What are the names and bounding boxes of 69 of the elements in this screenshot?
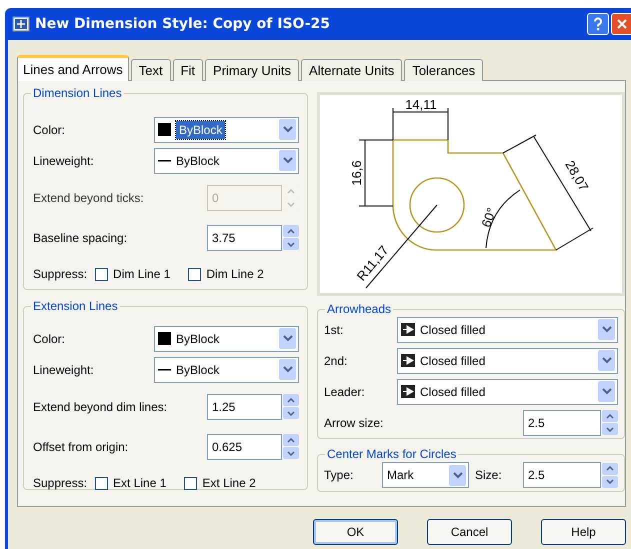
arrowhead-icon (401, 354, 415, 367)
dropdown-value: ByBlock (176, 120, 226, 138)
spin-down-icon[interactable] (602, 423, 618, 435)
field-label: Leader: (324, 384, 365, 400)
spin-up-icon[interactable] (283, 394, 299, 406)
field-label: Lineweight: (33, 362, 94, 378)
dialog-button[interactable]: Cancel (427, 519, 512, 545)
tab[interactable]: Lines and Arrows (17, 55, 129, 81)
arrowhead-icon (401, 385, 415, 398)
field-label: Suppress: (33, 475, 88, 492)
dropdown-value: ByBlock (176, 362, 220, 378)
color-swatch-icon (158, 123, 171, 136)
field-label: Arrow size: (324, 414, 384, 432)
close-icon[interactable] (611, 13, 631, 35)
help-icon[interactable] (587, 13, 609, 35)
dropdown[interactable]: ByBlock (154, 326, 299, 352)
dropdown-value: Closed filled (420, 352, 486, 370)
field-label: Lineweight: (33, 152, 94, 170)
field-label: Color: (33, 122, 66, 138)
checkbox[interactable]: Dim Line 2 (188, 265, 264, 283)
spin-down-icon[interactable] (602, 476, 618, 488)
dropdown-value: ByBlock (176, 330, 220, 348)
tab[interactable]: Tolerances (404, 59, 484, 81)
window-title: New Dimension Style: Copy of ISO-25 (35, 14, 330, 34)
dropdown[interactable]: ByBlock (154, 148, 299, 174)
number-field[interactable]: 1.25 (207, 394, 282, 420)
spin-down-icon[interactable] (283, 447, 299, 459)
spin-up-icon[interactable] (283, 225, 299, 237)
dropdown[interactable]: Closed filled (397, 348, 618, 374)
app-icon (12, 16, 30, 32)
field-label: Extend beyond dim lines: (33, 398, 168, 416)
field-label: Offset from origin: (33, 438, 128, 456)
dropdown[interactable]: ByBlock (154, 116, 299, 142)
tab[interactable]: Alternate Units (301, 59, 402, 81)
number-field[interactable]: 2.5 (523, 462, 601, 488)
dropdown-value: Mark (387, 467, 415, 484)
tab[interactable]: Primary Units (205, 59, 300, 81)
dropdown[interactable]: Mark (382, 462, 469, 488)
spin-up-icon[interactable] (283, 434, 299, 446)
spin-down-icon[interactable] (283, 407, 299, 419)
field-label: 2nd: (324, 352, 348, 370)
field-label: Baseline spacing: (33, 230, 128, 246)
arrowhead-icon (401, 323, 415, 336)
dropdown[interactable]: ByBlock (154, 356, 299, 382)
field-label: Size: (475, 467, 502, 484)
dropdown-value: ByBlock (176, 152, 220, 170)
checkbox[interactable]: Ext Line 1 (95, 474, 166, 492)
field-label: Suppress: (33, 266, 88, 283)
field-label: Type: (324, 467, 354, 484)
spin-up-icon[interactable] (602, 410, 618, 422)
spin-up-icon[interactable] (602, 462, 618, 474)
number-field[interactable]: 3.75 (207, 224, 282, 250)
checkbox[interactable]: Dim Line 1 (95, 265, 170, 283)
dropdown[interactable]: Closed filled (397, 378, 618, 404)
number-field[interactable]: 2.5 (523, 410, 601, 436)
spin-down-icon[interactable] (283, 238, 299, 250)
field-label: Color: (33, 330, 66, 348)
dialog-button[interactable]: Help (541, 519, 626, 545)
tab[interactable]: Fit (172, 59, 204, 81)
tab[interactable]: Text (130, 59, 171, 81)
dialog-button[interactable]: OK (313, 519, 398, 545)
number-field[interactable]: 0.625 (207, 434, 282, 460)
color-swatch-icon (158, 332, 171, 345)
checkbox[interactable]: Ext Line 2 (184, 474, 256, 492)
dropdown-value: Closed filled (420, 384, 486, 400)
field-label: Extend beyond ticks: (33, 190, 144, 206)
dropdown-value: Closed filled (420, 322, 486, 338)
field-label: 1st: (324, 322, 344, 338)
dropdown[interactable]: Closed filled (397, 316, 618, 342)
